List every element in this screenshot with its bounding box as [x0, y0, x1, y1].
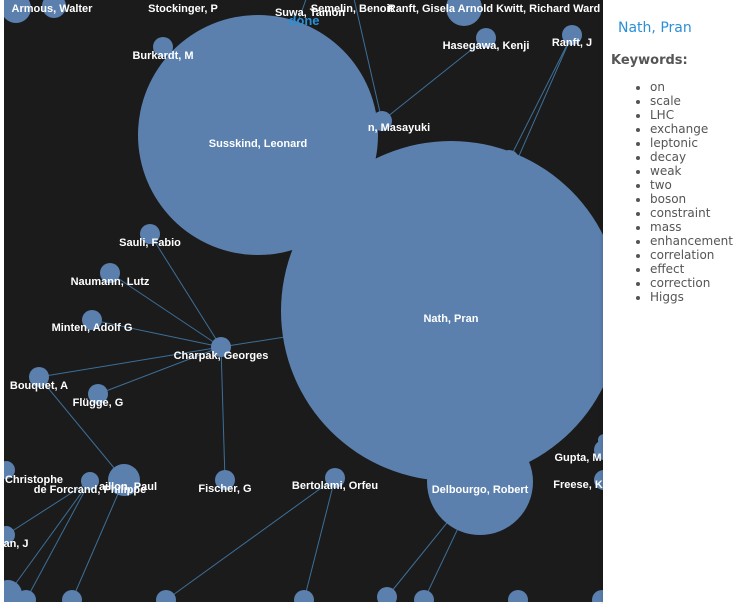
author-node-b9[interactable]: [592, 590, 603, 602]
author-label-armous: Armous, Walter: [12, 3, 94, 15]
author-label-burkardt: Burkardt, M: [132, 50, 193, 62]
keyword-item: LHC: [650, 108, 733, 122]
author-label-masayuki: n, Masayuki: [368, 122, 430, 134]
author-label-ranft: Ranft, J: [552, 37, 592, 49]
author-label-anj: an, J: [4, 538, 29, 550]
graph-edge: [38, 376, 125, 481]
author-node-b4[interactable]: [156, 590, 176, 602]
keyword-item: scale: [650, 94, 733, 108]
keyword-item: weak: [650, 164, 733, 178]
status-text: done: [288, 13, 319, 28]
graph-edge: [25, 480, 91, 601]
keyword-item: enhancement: [650, 234, 733, 248]
keyword-item: decay: [650, 150, 733, 164]
graph-edge: [508, 34, 573, 161]
graph-edge: [303, 477, 336, 601]
author-label-semelin: Semelin, Benoit: [311, 3, 394, 15]
author-label-hasegawa: Hasegawa, Kenji: [443, 40, 530, 52]
author-label-susskind: Susskind, Leonard: [209, 138, 307, 150]
keyword-item: mass: [650, 220, 733, 234]
graph-edge: [71, 479, 125, 601]
keywords-heading: Keywords:: [611, 53, 688, 68]
keyword-item: leptonic: [650, 136, 733, 150]
network-graph-svg[interactable]: Armous, Walter Stockinger, P Suwa, TamonSe…: [4, 0, 603, 602]
keyword-item: correlation: [650, 248, 733, 262]
keyword-item: exchange: [650, 122, 733, 136]
author-label-naumann: Naumann, Lutz: [71, 276, 150, 288]
author-node-b5[interactable]: [294, 590, 314, 602]
keywords-list: onscaleLHCexchangeleptonicdecayweaktwobo…: [603, 80, 733, 304]
graph-edge: [149, 233, 222, 348]
network-graph-canvas[interactable]: Armous, Walter Stockinger, P Suwa, Tamon Se…: [4, 0, 603, 602]
graph-edge: [165, 477, 336, 601]
author-label-freese: Freese, K: [553, 479, 603, 491]
author-label-charpak: Charpak, Georges: [174, 350, 269, 362]
author-label-flugge: Flügge, G: [73, 397, 124, 409]
keyword-item: effect: [650, 262, 733, 276]
author-node-b6[interactable]: [377, 587, 397, 602]
author-label-sauli: Sauli, Fabio: [119, 237, 181, 249]
author-label-bouquet: Bouquet, A: [10, 380, 68, 392]
node-layer[interactable]: [4, 0, 603, 602]
keyword-item: two: [650, 178, 733, 192]
author-label-minten: Minten, Adolf G: [52, 322, 133, 334]
author-label-fischer: Fischer, G: [198, 483, 251, 495]
keyword-item: boson: [650, 192, 733, 206]
keyword-item: on: [650, 80, 733, 94]
keyword-item: constraint: [650, 206, 733, 220]
author-label-stockinger: Stockinger, P: [148, 3, 218, 15]
author-label-raft_cluster: Ranft, Gisela Arnold Kwitt, Richard Ward: [388, 3, 600, 15]
detail-sidebar: Nath, Pran Keywords: onscaleLHCexchangel…: [603, 0, 756, 604]
author-label-bertolami: Bertolami, Orfeu: [292, 480, 378, 492]
keyword-item: correction: [650, 276, 733, 290]
author-node-b8[interactable]: [508, 590, 528, 602]
graph-edge: [220, 346, 226, 481]
author-label-delbourgo: Delbourgo, Robert: [432, 484, 529, 496]
author-label-gupta: Gupta, M: [554, 452, 601, 464]
author-label-nath: Nath, Pran: [423, 313, 478, 325]
author-node-b7[interactable]: [414, 590, 434, 602]
author-label-paul: aillon, Paul: [99, 481, 157, 493]
author-node-b1[interactable]: [4, 580, 22, 602]
keyword-item: Higgs: [650, 290, 733, 304]
author-node-b3[interactable]: [62, 590, 82, 602]
selected-author-link[interactable]: Nath, Pran: [618, 20, 692, 36]
